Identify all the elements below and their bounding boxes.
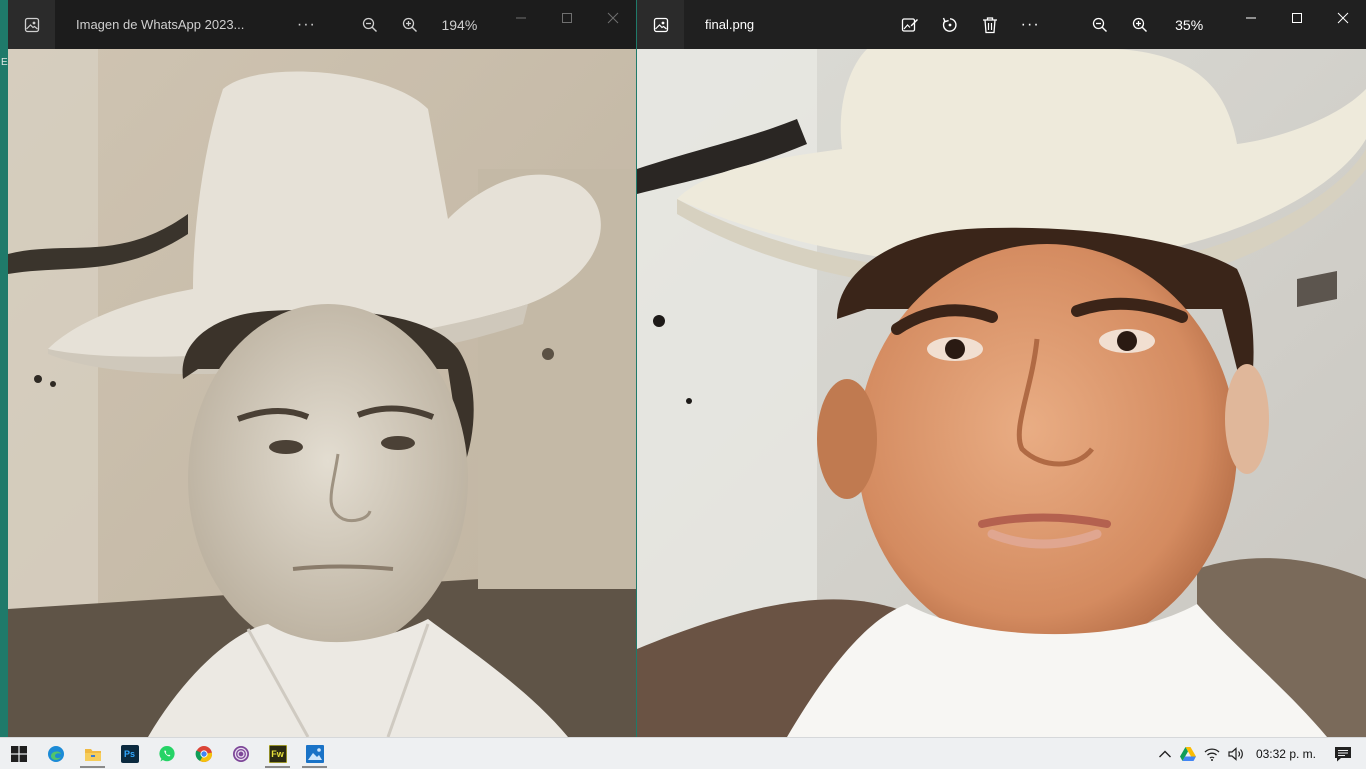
start-button[interactable] (0, 738, 37, 769)
photos-icon (305, 744, 324, 763)
rotate-icon (943, 17, 957, 32)
photo-viewport[interactable] (637, 49, 1366, 737)
trash-icon (983, 16, 998, 33)
maximize-icon (562, 13, 572, 23)
minimize-icon (1246, 17, 1256, 19)
taskbar-app-whatsapp[interactable] (148, 738, 185, 769)
window-title: final.png (705, 17, 755, 32)
volume-icon (1228, 746, 1243, 761)
close-icon (1337, 12, 1349, 24)
volume-tray[interactable] (1224, 738, 1250, 769)
chevron-up-icon (1158, 750, 1171, 757)
google-drive-tray[interactable] (1176, 738, 1200, 769)
more-options-button[interactable]: ··· (1010, 0, 1050, 49)
zoom-level[interactable]: 35% (1160, 17, 1218, 33)
zoom-out-icon (1093, 17, 1108, 32)
close-icon (607, 12, 619, 24)
photos-window-original[interactable]: Imagen de WhatsApp 2023... ··· 194% (8, 0, 636, 737)
desktop-edge-text: E (1, 57, 8, 68)
photos-window-restored[interactable]: final.png ··· 35% (637, 0, 1366, 737)
titlebar[interactable]: final.png ··· 35% (637, 0, 1366, 49)
sepia-portrait-image (8, 49, 636, 737)
taskbar-app-photoshop[interactable]: Ps (111, 738, 148, 769)
more-icon: ··· (296, 15, 316, 33)
taskbar-app-chrome[interactable] (185, 738, 222, 769)
wifi-icon (1204, 747, 1220, 761)
zoom-out-button[interactable] (1080, 0, 1120, 49)
zoom-in-icon (403, 17, 418, 32)
maximize-icon (1292, 13, 1302, 23)
minimize-icon (516, 17, 526, 19)
fireworks-label: Fw (271, 748, 284, 759)
photos-app-icon (637, 0, 684, 49)
photos-app-icon (8, 0, 55, 49)
edit-image-icon (902, 17, 919, 32)
taskbar: Ps Fw 03:32 p. m. (0, 737, 1366, 769)
photo-viewport[interactable] (8, 49, 636, 737)
taskbar-clock[interactable]: 03:32 p. m. (1250, 747, 1326, 761)
color-portrait-image (637, 49, 1366, 737)
zoom-out-icon (363, 17, 378, 32)
edge-icon (47, 745, 64, 762)
whatsapp-icon (158, 745, 175, 761)
close-button[interactable] (1320, 0, 1366, 36)
more-icon: ··· (1020, 15, 1040, 33)
titlebar[interactable]: Imagen de WhatsApp 2023... ··· 194% (8, 0, 636, 49)
zoom-in-button[interactable] (390, 0, 430, 49)
minimize-button[interactable] (1228, 0, 1274, 36)
taskbar-app-edge[interactable] (37, 738, 74, 769)
taskbar-app-photos[interactable] (296, 738, 333, 769)
more-options-button[interactable]: ··· (286, 0, 326, 49)
file-explorer-icon (84, 748, 101, 761)
edit-image-button[interactable] (890, 0, 930, 49)
tor-browser-icon (232, 745, 249, 762)
system-tray: 03:32 p. m. (1154, 738, 1366, 769)
zoom-in-icon (1133, 17, 1148, 32)
show-hidden-icons-button[interactable] (1154, 738, 1176, 769)
network-tray[interactable] (1200, 738, 1224, 769)
chrome-icon (195, 745, 212, 762)
google-drive-icon (1179, 746, 1196, 761)
notification-icon (1335, 746, 1351, 761)
maximize-button[interactable] (544, 0, 590, 36)
zoom-in-button[interactable] (1120, 0, 1160, 49)
photoshop-label: Ps (123, 748, 135, 759)
zoom-level[interactable]: 194% (430, 17, 488, 33)
windows-start-icon (10, 745, 27, 762)
close-button[interactable] (590, 0, 636, 36)
taskbar-app-fireworks[interactable]: Fw (259, 738, 296, 769)
window-title: Imagen de WhatsApp 2023... (76, 17, 245, 32)
taskbar-app-file-explorer[interactable] (74, 738, 111, 769)
taskbar-app-tor-browser[interactable] (222, 738, 259, 769)
desktop-edge: E (0, 0, 8, 737)
maximize-button[interactable] (1274, 0, 1320, 36)
zoom-out-button[interactable] (350, 0, 390, 49)
minimize-button[interactable] (498, 0, 544, 36)
notification-center-button[interactable] (1326, 738, 1366, 769)
rotate-button[interactable] (930, 0, 970, 49)
delete-button[interactable] (970, 0, 1010, 49)
